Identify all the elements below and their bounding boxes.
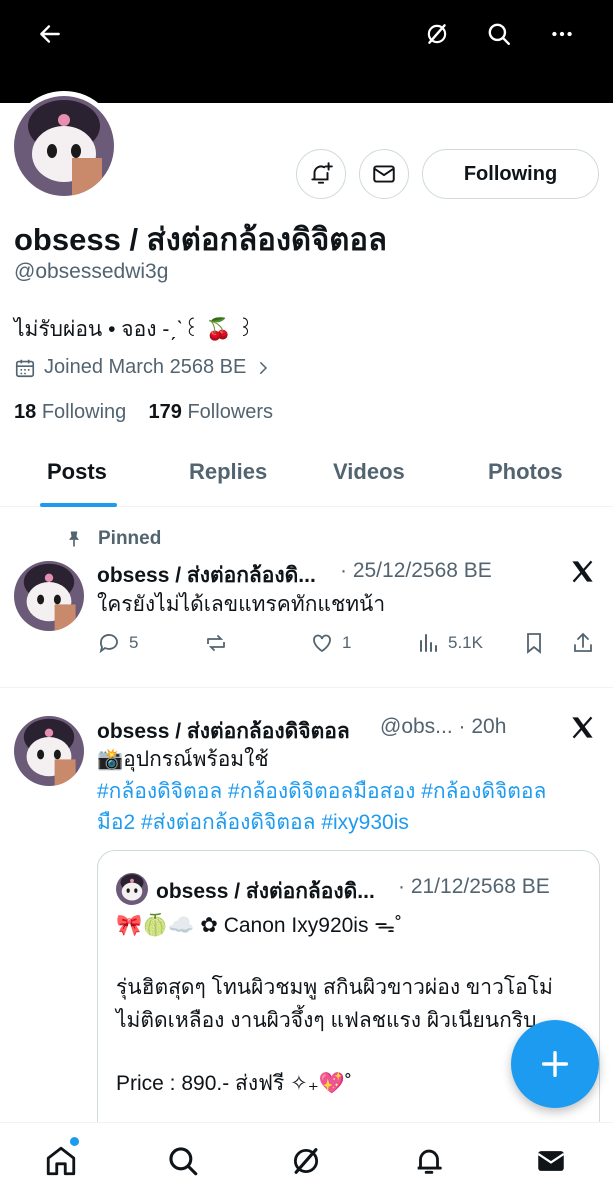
nav-home[interactable] [41, 1141, 81, 1181]
tweet-timestamp: @obs... · 20h [380, 715, 507, 738]
reply-button[interactable]: 5 [97, 631, 138, 655]
like-count: 1 [342, 633, 352, 652]
grok-icon [293, 1148, 319, 1174]
share-button[interactable] [571, 631, 595, 655]
quote-text-line: ไม่ติดเหลือง งานผิวจึ้งๆ แฟลชแรง ผิวเนีย… [116, 1009, 537, 1032]
notifications-icon [417, 1149, 442, 1174]
tweet-text: 📸อุปกรณ์พร้อมใช้ [97, 748, 269, 771]
tweet-hashtags[interactable]: #กล้องดิจิตอล #กล้องดิจิตอลมือสอง #กล้อง… [97, 777, 546, 807]
messages-icon [537, 1151, 565, 1171]
nav-messages[interactable] [531, 1141, 571, 1181]
message-button[interactable] [359, 149, 409, 199]
nav-grok[interactable] [286, 1141, 326, 1181]
quote-text-line: Price : 890.- ส่งฟรี ✧₊💖˚ [116, 1072, 352, 1095]
view-count: 5.1K [448, 633, 483, 652]
followers-link[interactable]: 179 Followers [149, 401, 274, 423]
bio: ไม่รับผ่อน • จอง -ˏˋ꒰ 🍒 ꒱ [14, 318, 254, 341]
quote-text-line: รุ่นฮิตสุดๆ โทนผิวชมพู สกินผิวขาวผ่อง ขา… [116, 976, 553, 999]
views-button[interactable]: 5.1K [416, 631, 483, 655]
calendar-icon [15, 359, 35, 377]
x-logo-icon [572, 560, 593, 583]
like-icon [313, 634, 331, 653]
mail-icon [373, 165, 395, 183]
bookmark-icon [527, 633, 541, 654]
chevron-right-icon[interactable] [254, 359, 272, 377]
tweet-author-name[interactable]: obsess / ส่งต่อกล้องดิจิตอล [97, 715, 350, 748]
like-button[interactable]: 1 [310, 631, 351, 655]
views-icon [420, 634, 437, 652]
pinned-indicator: Pinned [64, 528, 161, 550]
quote-avatar [116, 873, 148, 905]
display-name: obsess / ส่งต่อกล้องดิจิตอล [14, 222, 388, 257]
share-icon [574, 632, 592, 652]
reply-icon [99, 634, 118, 654]
retweet-icon [207, 635, 225, 651]
nav-notifications[interactable] [409, 1141, 449, 1181]
following-link[interactable]: 18 Following [14, 401, 126, 423]
reply-count: 5 [129, 633, 139, 652]
x-logo-icon [572, 716, 593, 739]
notify-button[interactable] [296, 149, 346, 199]
bookmark-button[interactable] [522, 631, 546, 655]
profile-tabs: Posts Replies Videos Photos [0, 447, 613, 507]
tweet-text: ใครยังไม่ได้เลขแทรคทักแชทน้า [97, 593, 386, 616]
joined-label: Joined March 2568 BE [44, 356, 247, 378]
back-arrow-icon[interactable] [30, 14, 70, 54]
quote-text-line: 🎀🍈☁️ ✿ Canon Ixy920is ᯓ˚ [116, 914, 402, 937]
active-tab-indicator [40, 503, 117, 507]
compose-button[interactable] [511, 1020, 599, 1108]
user-handle: @obsessedwi3g [14, 260, 169, 283]
quote-author-name: obsess / ส่งต่อกล้องดิ... [156, 880, 375, 903]
search-icon [169, 1147, 198, 1176]
joined-date: Joined March 2568 BE [14, 356, 272, 379]
more-icon[interactable] [542, 14, 582, 54]
follow-counts: 18 Following 179 Followers [14, 401, 273, 424]
bell-plus-icon [311, 162, 333, 184]
tweet-avatar[interactable] [14, 561, 84, 631]
profile-avatar[interactable] [9, 91, 119, 201]
home-icon [46, 1146, 76, 1176]
tab-photos[interactable]: Photos [488, 459, 563, 485]
following-button[interactable]: Following [422, 149, 599, 199]
quote-timestamp: · 21/12/2568 BE [398, 875, 550, 898]
compose-plus-icon [541, 1050, 569, 1078]
tweet-timestamp: · 25/12/2568 BE [340, 559, 492, 582]
tweet-author-name[interactable]: obsess / ส่งต่อกล้องดิ... [97, 559, 316, 592]
home-notification-dot [70, 1137, 79, 1146]
tweet-avatar[interactable] [14, 716, 84, 786]
tweet-divider [0, 687, 613, 688]
tab-replies[interactable]: Replies [189, 459, 267, 485]
search-icon[interactable] [479, 14, 519, 54]
bottom-nav [0, 1122, 613, 1200]
retweet-button[interactable] [204, 631, 228, 655]
tweet-hashtags[interactable]: มือ2 #ส่งต่อกล้องดิจิตอล #ixy930is [97, 808, 409, 838]
pinned-label: Pinned [98, 528, 162, 549]
tab-posts[interactable]: Posts [47, 459, 107, 485]
grok-icon[interactable] [417, 14, 457, 54]
profile-banner [0, 0, 613, 103]
nav-search[interactable] [163, 1141, 203, 1181]
tab-videos[interactable]: Videos [333, 459, 405, 485]
pin-icon [69, 531, 79, 547]
quote-tweet[interactable]: obsess / ส่งต่อกล้องดิ... · 21/12/2568 B… [97, 850, 600, 1150]
